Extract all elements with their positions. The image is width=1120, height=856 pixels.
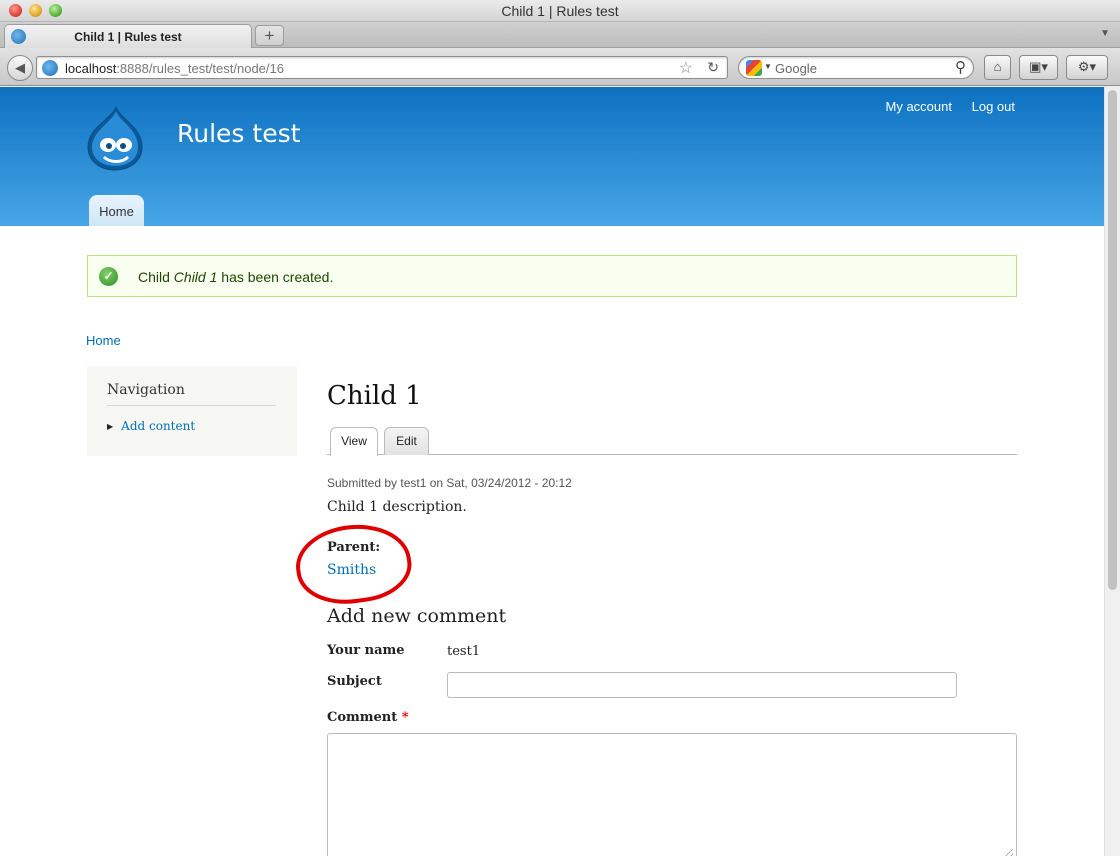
your-name-value: test1 — [447, 644, 481, 659]
my-account-link[interactable]: My account — [886, 99, 952, 114]
google-icon[interactable] — [746, 60, 762, 76]
comment-label: Comment * — [327, 710, 409, 725]
url-host: localhost — [65, 61, 117, 76]
message-suffix: has been created. — [217, 269, 334, 285]
add-content-label: Add content — [121, 419, 196, 433]
navigation-block-title: Navigation — [107, 382, 185, 398]
tab-view[interactable]: View — [330, 427, 378, 456]
subject-label: Subject — [327, 674, 382, 689]
browser-tab-bar: Child 1 | Rules test + ▼ — [0, 22, 1120, 48]
message-emphasis: Child 1 — [173, 269, 218, 285]
search-engine-caret-icon[interactable]: ▼ — [764, 62, 772, 71]
page-viewport: Rules test My account Log out Home ✓ Chi… — [0, 87, 1104, 856]
address-bar[interactable]: localhost:8888/rules_test/test/node/16 ☆… — [36, 56, 728, 79]
window-title: Child 1 | Rules test — [501, 3, 619, 19]
resize-handle-icon[interactable] — [1003, 849, 1013, 856]
main-menu-home-tab[interactable]: Home — [89, 195, 144, 226]
vertical-scrollbar[interactable] — [1104, 87, 1120, 856]
tab-edit[interactable]: Edit — [384, 427, 429, 455]
page-title: Child 1 — [327, 381, 422, 411]
search-bar[interactable]: ▼ Google ⚲ — [738, 56, 974, 79]
search-placeholder: Google — [775, 61, 817, 76]
address-text[interactable]: localhost:8888/rules_test/test/node/16 — [65, 61, 284, 76]
red-annotation-circle — [291, 517, 416, 611]
your-name-label: Your name — [327, 643, 405, 658]
window-titlebar: Child 1 | Rules test — [0, 0, 1120, 22]
checkmark-icon: ✓ — [99, 267, 118, 286]
drupal-logo-icon[interactable] — [86, 105, 144, 171]
tools-gear-button[interactable]: ⚙▾ — [1066, 55, 1108, 80]
message-prefix: Child — [138, 269, 174, 285]
reload-icon[interactable]: ↻ — [707, 59, 719, 76]
add-content-link[interactable]: ▶ Add content — [107, 419, 195, 433]
home-button[interactable]: ⌂ — [984, 55, 1011, 80]
site-name[interactable]: Rules test — [177, 119, 300, 148]
bookmarks-button[interactable]: ▣▾ — [1019, 55, 1058, 80]
browser-toolbar: ◀ localhost:8888/rules_test/test/node/16… — [0, 48, 1120, 86]
browser-tab[interactable]: Child 1 | Rules test — [4, 24, 252, 48]
status-message: ✓ Child Child 1 has been created. — [87, 255, 1017, 297]
bookmark-star-icon[interactable]: ☆ — [679, 58, 693, 78]
browser-tab-label: Child 1 | Rules test — [74, 30, 182, 44]
required-marker: * — [401, 710, 409, 725]
node-body: Child 1 description. — [327, 499, 467, 515]
subject-input[interactable] — [447, 672, 957, 698]
divider — [107, 405, 276, 406]
comment-label-text: Comment — [327, 710, 398, 725]
site-header: Rules test My account Log out Home — [0, 87, 1104, 226]
url-path: :8888/rules_test/test/node/16 — [116, 61, 284, 76]
back-button[interactable]: ◀ — [7, 55, 33, 81]
comment-form-heading: Add new comment — [327, 605, 507, 627]
secondary-menu: My account Log out — [870, 99, 1015, 114]
navigation-block: Navigation ▶ Add content — [87, 366, 297, 456]
tab-list-chevron-down-icon[interactable]: ▼ — [1100, 28, 1110, 39]
scrollbar-thumb[interactable] — [1108, 90, 1117, 590]
new-tab-button[interactable]: + — [255, 25, 284, 46]
node-tabs: View Edit — [327, 426, 1017, 456]
breadcrumb-home-link[interactable]: Home — [86, 333, 121, 348]
comment-textarea[interactable] — [327, 733, 1017, 856]
triangle-right-icon: ▶ — [107, 422, 114, 431]
search-icon[interactable]: ⚲ — [955, 58, 966, 76]
drupal-favicon-icon — [42, 60, 58, 76]
submitted-info: Submitted by test1 on Sat, 03/24/2012 - … — [327, 476, 572, 490]
log-out-link[interactable]: Log out — [972, 99, 1015, 114]
status-message-text: Child Child 1 has been created. — [138, 269, 333, 285]
